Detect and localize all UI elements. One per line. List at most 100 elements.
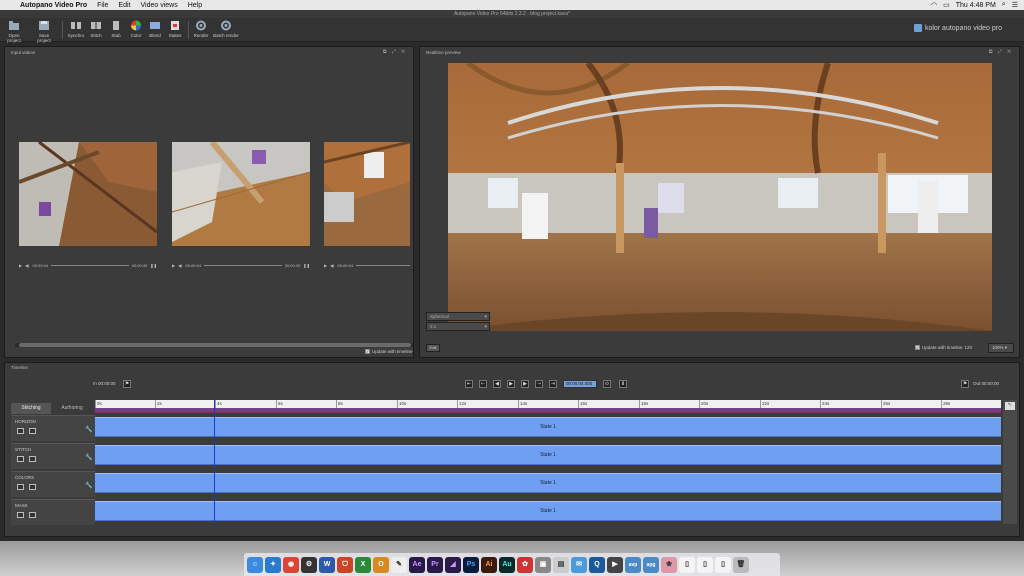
trash-icon[interactable]: 🗑 <box>733 556 749 573</box>
volume-icon[interactable]: ◀) <box>178 263 182 268</box>
wifi-icon[interactable]: ◠ <box>931 1 937 9</box>
ratio-dropdown[interactable]: 2:1 <box>426 322 490 331</box>
panel-window-icons[interactable]: ⧉ ⤢ ✕ <box>989 49 1013 55</box>
remove-key-icon[interactable] <box>29 456 36 462</box>
pause-icon[interactable]: ❚❚ <box>150 263 157 268</box>
seek-bar[interactable] <box>51 264 129 266</box>
step-back-icon[interactable]: ◀ <box>493 380 501 388</box>
dock-finder-icon[interactable]: ☺ <box>247 556 263 573</box>
menu-file[interactable]: File <box>97 2 108 9</box>
dock-mail-icon[interactable]: ✉ <box>571 556 587 573</box>
seek-bar[interactable] <box>204 264 282 266</box>
dock-photos-icon[interactable]: ❀ <box>661 556 677 573</box>
zoom-dropdown[interactable]: 100% ▾ <box>988 343 1014 353</box>
tab-authoring[interactable]: Authoring <box>51 403 93 414</box>
dock-davinci-icon[interactable]: ✿ <box>517 556 533 573</box>
menu-app-name[interactable]: Autopano Video Pro <box>20 2 87 9</box>
menu-video-views[interactable]: Video views <box>141 2 178 9</box>
next-key-icon[interactable]: ⇢ <box>535 380 543 388</box>
work-area-bar[interactable] <box>95 408 1001 413</box>
video-player-3[interactable]: ▶ ◀) 00:00:04 <box>324 261 410 269</box>
time-ruler[interactable]: 0s 2s 4s 6s 8s 10s 12s 14s 16s 18s 20s 2… <box>95 400 1001 408</box>
save-project-button[interactable]: Save project <box>32 20 56 43</box>
dock-illustrator-icon[interactable]: Ai <box>481 556 497 573</box>
video-player-1[interactable]: ▶ ◀) 00:00:04 00:00:30 ❚❚ <box>19 261 157 269</box>
dock-premiere-icon[interactable]: Pr <box>427 556 443 573</box>
add-key-icon[interactable] <box>17 428 24 434</box>
preview-update-checkbox[interactable]: ✓ Update with timeline 120 <box>915 345 972 350</box>
current-time-field[interactable]: 00:00:04.000 <box>563 380 597 388</box>
dock-document-icon[interactable]: ▯ <box>697 556 713 573</box>
snapshot-icon[interactable]: ⊙ <box>603 380 611 388</box>
dock-autopano-giga-icon[interactable]: apg <box>643 556 659 573</box>
dock-steam-icon[interactable]: ⚙ <box>301 556 317 573</box>
dock-photoshop-icon[interactable]: Ps <box>463 556 479 573</box>
prev-key-icon[interactable]: ⇠ <box>479 380 487 388</box>
dock-outlook-icon[interactable]: O <box>373 556 389 573</box>
remove-key-icon[interactable] <box>29 484 36 490</box>
seek-bar[interactable] <box>356 264 410 266</box>
track-colors[interactable]: State 1 <box>95 473 1001 493</box>
battery-icon[interactable]: ▭ <box>943 1 950 9</box>
dock-textedit-icon[interactable]: ✎ <box>391 556 407 573</box>
remove-key-icon[interactable] <box>29 512 36 518</box>
dock-acrobat-icon[interactable]: ᗜ <box>337 556 353 573</box>
add-key-icon[interactable] <box>17 484 24 490</box>
menu-help[interactable]: Help <box>188 2 202 9</box>
dock-chrome-icon[interactable]: ◉ <box>283 556 299 573</box>
dock-document-icon[interactable]: ▯ <box>679 556 695 573</box>
panorama-preview[interactable] <box>448 63 992 331</box>
update-with-timeline-checkbox[interactable]: ✓ Update with timeline <box>365 349 413 354</box>
set-in-flag-icon[interactable]: ⚑ <box>123 380 131 388</box>
video-thumbnail-1[interactable] <box>19 142 157 246</box>
volume-icon[interactable]: ◀) <box>25 263 29 268</box>
tab-stitching[interactable]: Stitching <box>11 403 51 414</box>
add-key-icon[interactable] <box>17 456 24 462</box>
render-button[interactable]: Render <box>189 20 213 40</box>
dock-excel-icon[interactable]: X <box>355 556 371 573</box>
set-out-flag-icon[interactable]: ⚑ <box>961 380 969 388</box>
track-stitch[interactable]: State 1 <box>95 445 1001 465</box>
track-horizon[interactable]: State 1 <box>95 417 1001 437</box>
play-icon[interactable]: ▶ <box>507 380 515 388</box>
menu-clock[interactable]: Thu 4:48 PM <box>956 2 996 9</box>
pause-icon[interactable]: ❚❚ <box>303 263 310 268</box>
go-end-icon[interactable]: ⇥ <box>549 380 557 388</box>
add-key-icon[interactable] <box>17 512 24 518</box>
video-player-2[interactable]: ▶ ◀) 00:00:04 00:00:30 ❚❚ <box>172 261 310 269</box>
open-project-button[interactable]: Open project <box>2 20 26 43</box>
step-forward-icon[interactable]: ▶ <box>521 380 529 388</box>
go-start-icon[interactable]: ⇤ <box>465 380 473 388</box>
marker-icon[interactable]: ⬇ <box>619 380 627 388</box>
wrench-icon[interactable]: 🔧 <box>85 454 92 461</box>
states-button[interactable]: States <box>163 20 187 40</box>
search-icon[interactable]: ⌕ <box>1002 1 1006 9</box>
scrollbar-thumb[interactable] <box>19 343 411 347</box>
menu-edit[interactable]: Edit <box>118 2 130 9</box>
dock-quicktime-icon[interactable]: Q <box>589 556 605 573</box>
dock-image-capture-icon[interactable]: ▣ <box>535 556 551 573</box>
projection-dropdown[interactable]: Spherical <box>426 312 490 321</box>
volume-icon[interactable]: ◀) <box>330 263 334 268</box>
dock-media-encoder-icon[interactable]: ◢ <box>445 556 461 573</box>
play-icon[interactable]: ▶ <box>19 263 22 268</box>
wrench-icon[interactable]: 🔧 <box>85 482 92 489</box>
play-icon[interactable]: ▶ <box>172 263 175 268</box>
video-thumbnail-2[interactable] <box>172 142 310 246</box>
pointer-icon[interactable]: ↖ <box>1005 402 1015 410</box>
batch-render-button[interactable]: Batch render <box>212 20 240 40</box>
dock-preview-icon[interactable]: ▤ <box>553 556 569 573</box>
playhead[interactable] <box>214 400 215 524</box>
menu-list-icon[interactable]: ☰ <box>1012 1 1018 9</box>
dock-screenflow-icon[interactable]: ▶ <box>607 556 623 573</box>
dock-word-icon[interactable]: W <box>319 556 335 573</box>
play-icon[interactable]: ▶ <box>324 263 327 268</box>
remove-key-icon[interactable] <box>29 428 36 434</box>
video-thumbnail-3[interactable] <box>324 142 410 246</box>
panel-window-icons[interactable]: ⧉ ⤢ ✕ <box>383 49 407 55</box>
timeline-scrollbar[interactable]: ↖ <box>1003 400 1017 524</box>
horizontal-scrollbar[interactable] <box>15 343 413 347</box>
dock-autopano-video-icon[interactable]: avp <box>625 556 641 573</box>
edit-button[interactable]: Edit <box>426 344 440 352</box>
dock-audition-icon[interactable]: Au <box>499 556 515 573</box>
